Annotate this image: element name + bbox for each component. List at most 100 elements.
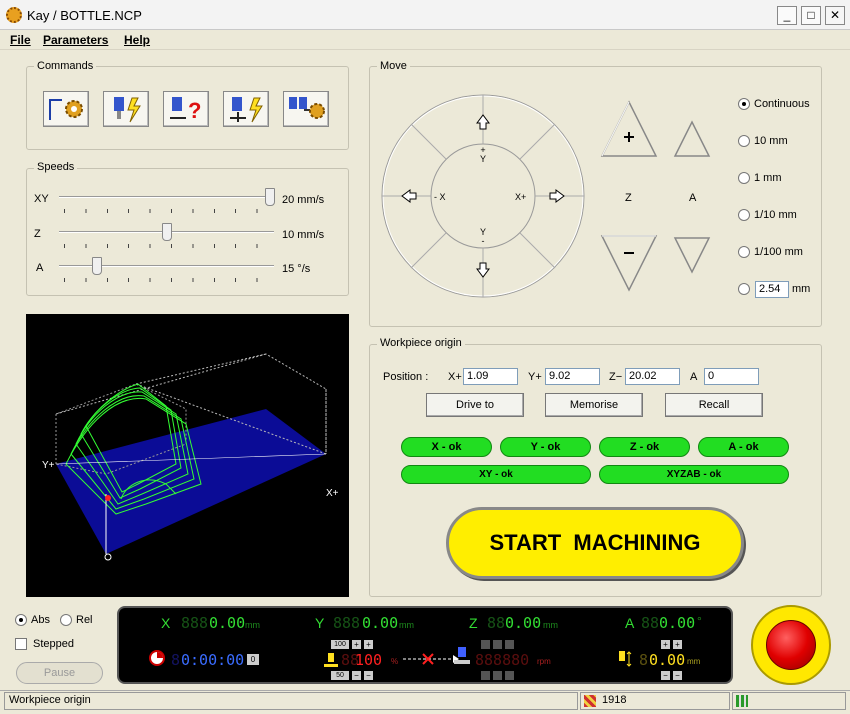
menu-parameters[interactable]: Parameters: [43, 33, 108, 47]
emergency-stop-button[interactable]: [751, 605, 831, 685]
origin-a-label: A: [690, 371, 698, 383]
feed-rate-icon: [324, 653, 338, 667]
step-10mm-radio[interactable]: [738, 135, 750, 147]
a-plus-button[interactable]: [673, 120, 711, 158]
rpm-step-1[interactable]: [481, 640, 490, 649]
origin-x-input[interactable]: 1.09: [463, 368, 518, 385]
z-offset-value: 0.00: [649, 651, 686, 669]
z-offset-minus-fast-button[interactable]: −: [673, 671, 682, 680]
a-speed-ticks: [64, 278, 274, 282]
origin-y-input[interactable]: 9.02: [545, 368, 600, 385]
step-continuous-radio[interactable]: [738, 98, 750, 110]
feed-minus-button[interactable]: −: [352, 671, 361, 680]
status-text: Workpiece origin: [4, 692, 578, 710]
xy-speed-track[interactable]: [59, 196, 274, 198]
stepped-checkbox[interactable]: [15, 638, 27, 650]
a-ok-indicator[interactable]: A - ok: [698, 437, 789, 457]
a-speed-slider-thumb[interactable]: [91, 257, 102, 275]
readout-z-dim: 88: [487, 614, 506, 632]
gear-icon: [49, 99, 83, 120]
tool-power-button[interactable]: [103, 91, 149, 127]
step-custom-radio[interactable]: [738, 283, 750, 295]
rpm-step-2[interactable]: [493, 640, 502, 649]
readout-a-unit: °: [697, 614, 702, 628]
step-tenth-mm-radio[interactable]: [738, 209, 750, 221]
feed-plus-fast-button[interactable]: +: [364, 640, 373, 649]
origin-a-input[interactable]: 0: [704, 368, 759, 385]
feed-minus-fast-button[interactable]: −: [364, 671, 373, 680]
maximize-button[interactable]: □: [801, 6, 821, 25]
tool-change-button[interactable]: [283, 91, 329, 127]
drive-to-button[interactable]: Drive to: [426, 393, 524, 417]
preview-y-axis-label: Y+: [42, 460, 55, 471]
abs-label: Abs: [31, 614, 50, 626]
status-connection-box: [732, 692, 846, 710]
tool-measure-button[interactable]: [223, 91, 269, 127]
step-1mm-radio[interactable]: [738, 172, 750, 184]
z-minus-button[interactable]: [600, 234, 658, 292]
a-axis-label: A: [689, 192, 697, 204]
z-offset-icon: [619, 651, 632, 667]
z-ok-indicator[interactable]: Z - ok: [599, 437, 690, 457]
app-icon: [6, 7, 22, 23]
tool-question-icon: ?: [170, 97, 201, 123]
readout-z-value: 0.00: [505, 614, 542, 632]
xy-speed-slider-thumb[interactable]: [265, 188, 275, 206]
toolpath-preview[interactable]: Y+ X+: [26, 314, 349, 597]
pause-button[interactable]: Pause: [16, 662, 103, 684]
readout-x-label: X: [161, 615, 171, 631]
z-speed-value: 10 mm/s: [282, 229, 325, 241]
xyzab-ok-indicator[interactable]: XYZAB - ok: [599, 465, 789, 484]
rpm-step-6[interactable]: [505, 671, 514, 680]
spindle-icon: [454, 647, 470, 664]
tool-measure-icon: [230, 97, 263, 123]
start-machining-button[interactable]: START MACHINING: [446, 507, 744, 579]
close-button[interactable]: ✕: [825, 6, 845, 25]
step-tenth-mm-label: 1/10 mm: [754, 209, 797, 221]
readout-a-dim: 88: [641, 614, 660, 632]
step-custom-input[interactable]: 2.54: [755, 281, 789, 298]
tool-query-button[interactable]: ?: [163, 91, 209, 127]
minimize-button[interactable]: _: [777, 6, 797, 25]
toolpath-3d-view: [55, 353, 327, 561]
xy-ok-indicator[interactable]: XY - ok: [401, 465, 591, 484]
feed-preset-low[interactable]: 50: [331, 671, 349, 680]
emergency-stop-icon: [766, 620, 816, 670]
readout-z-unit: mm: [543, 620, 558, 630]
jog-plus-x-label: X+: [515, 192, 527, 202]
feed-plus-button[interactable]: +: [352, 640, 361, 649]
origin-z-label: Z−: [609, 371, 623, 383]
menu-help[interactable]: Help: [124, 33, 150, 47]
a-minus-button[interactable]: [673, 236, 711, 274]
x-ok-indicator[interactable]: X - ok: [401, 437, 492, 457]
z-speed-label: Z: [34, 228, 41, 240]
z-offset-minus-button[interactable]: −: [661, 671, 670, 680]
setup-gear-button[interactable]: [43, 91, 89, 127]
menu-file[interactable]: File: [10, 33, 31, 47]
step-hundredth-mm-radio[interactable]: [738, 246, 750, 258]
feed-preset-high[interactable]: 100: [331, 640, 349, 649]
z-offset-plus-fast-button[interactable]: +: [673, 640, 682, 649]
a-speed-value: 15 °/s: [282, 263, 311, 275]
z-offset-plus-button[interactable]: +: [661, 640, 670, 649]
rpm-step-3[interactable]: [505, 640, 514, 649]
y-ok-indicator[interactable]: Y - ok: [500, 437, 591, 457]
a-speed-label: A: [36, 262, 44, 274]
spindle-link-icon: [403, 653, 459, 665]
z-plus-button[interactable]: [600, 100, 658, 158]
memorise-button[interactable]: Memorise: [545, 393, 643, 417]
rpm-step-4[interactable]: [481, 671, 490, 680]
rel-radio[interactable]: [60, 614, 72, 626]
abs-radio[interactable]: [15, 614, 27, 626]
recall-button[interactable]: Recall: [665, 393, 763, 417]
tool-change-icon: [289, 97, 325, 119]
commands-label: Commands: [34, 60, 97, 72]
z-speed-slider-thumb[interactable]: [162, 223, 172, 241]
stepped-label: Stepped: [33, 638, 74, 650]
origin-z-input[interactable]: 20.02: [625, 368, 680, 385]
preview-x-axis-label: X+: [326, 488, 339, 499]
svg-text:?: ?: [188, 98, 201, 123]
xy-jog-wheel[interactable]: [380, 93, 586, 300]
rpm-step-5[interactable]: [493, 671, 502, 680]
reset-time-button[interactable]: 0: [247, 654, 259, 665]
